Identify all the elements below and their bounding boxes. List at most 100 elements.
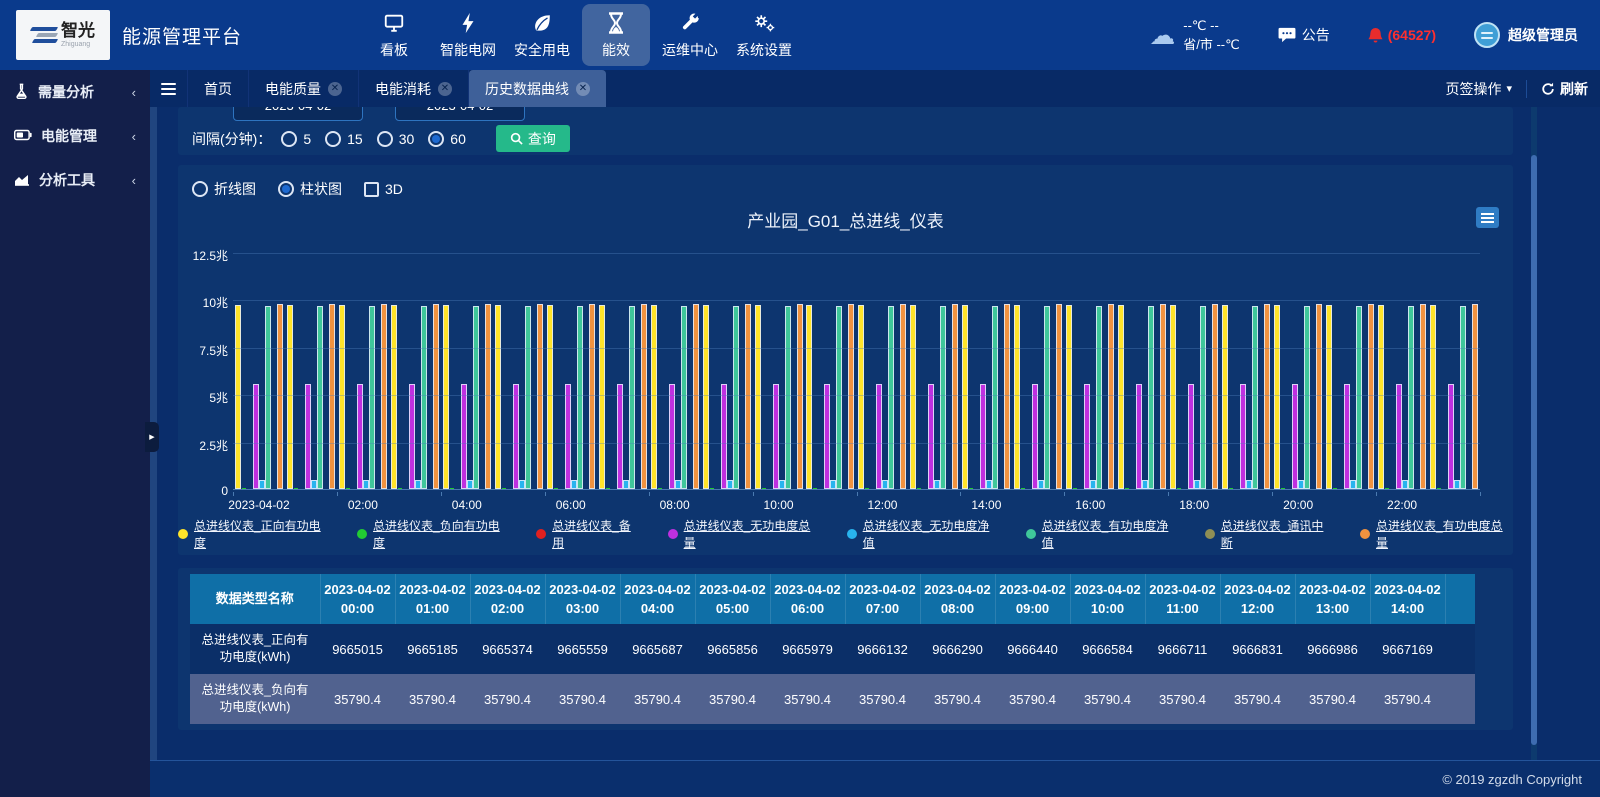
bar — [1326, 305, 1332, 489]
legend-item-总进线仪表_通讯中断[interactable]: 总进线仪表_通讯中断 — [1205, 517, 1334, 551]
table-cell: 35790.4 — [545, 674, 620, 724]
sidebar-toggle-button[interactable] — [150, 70, 188, 107]
bar — [888, 306, 894, 489]
bar-group-10:00 — [753, 245, 805, 489]
bar — [1118, 305, 1124, 489]
bar — [745, 304, 751, 489]
notice-button[interactable]: 公告 — [1278, 25, 1330, 45]
legend-item-总进线仪表_无功电度总量[interactable]: 总进线仪表_无功电度总量 — [668, 517, 821, 551]
legend-item-总进线仪表_有功电度净值[interactable]: 总进线仪表_有功电度净值 — [1026, 517, 1179, 551]
alarm-button[interactable]: (64527) — [1368, 27, 1436, 44]
nav-item-label: 系统设置 — [736, 40, 792, 60]
close-icon[interactable]: ✕ — [438, 82, 452, 96]
sidebar-collapse-handle[interactable]: ▶ — [145, 422, 159, 452]
chart-type-option-3D[interactable]: 3D — [364, 181, 403, 197]
start-date-input[interactable]: 2023-04-02 — [233, 107, 363, 121]
refresh-button[interactable]: 刷新 — [1541, 79, 1588, 99]
nav-item-label: 安全用电 — [514, 40, 570, 60]
table-header-cell: 2023-04-0202:00 — [470, 574, 545, 624]
chart-type-option-折线图[interactable]: 折线图 — [192, 179, 256, 199]
nav-item-系统设置[interactable]: 系统设置 — [730, 4, 798, 66]
nav-item-看板[interactable]: 看板 — [360, 4, 428, 66]
nav-item-运维中心[interactable]: 运维中心 — [656, 4, 724, 66]
radio-icon — [278, 181, 294, 197]
interval-radio-15[interactable]: 15 — [325, 131, 363, 147]
chart-context-menu-button[interactable] — [1476, 207, 1499, 228]
bar — [1125, 488, 1129, 489]
nav-item-能效[interactable]: 能效 — [582, 4, 650, 66]
bar — [398, 488, 402, 489]
sidebar-item-电能管理[interactable]: 电能管理‹ — [0, 114, 150, 158]
legend-label: 总进线仪表_有功电度总量 — [1376, 517, 1513, 551]
tab-label: 电能质量 — [265, 79, 321, 99]
x-axis-tick-label: 08:00 — [660, 498, 690, 512]
bar — [969, 488, 973, 489]
table-cell: 35790.4 — [845, 674, 920, 724]
chart-type-option-柱状图[interactable]: 柱状图 — [278, 179, 342, 199]
end-date-input[interactable]: 2023-04-02 — [395, 107, 525, 121]
interval-radio-60[interactable]: 60 — [428, 131, 466, 147]
chart-type-label: 3D — [385, 181, 403, 197]
bar — [265, 306, 271, 489]
tab-电能消耗[interactable]: 电能消耗✕ — [359, 70, 469, 107]
bar-group-11:00 — [804, 245, 856, 489]
bar — [1368, 304, 1374, 489]
x-axis-tick — [1480, 492, 1481, 496]
legend-item-总进线仪表_负向有功电度[interactable]: 总进线仪表_负向有功电度 — [357, 517, 510, 551]
tab-bar: 首页电能质量✕电能消耗✕历史数据曲线✕ 页签操作▾ 刷新 — [150, 70, 1600, 107]
x-axis-tick — [233, 492, 234, 496]
table-header-cell: 2023-04-0210:00 — [1070, 574, 1145, 624]
close-icon[interactable]: ✕ — [328, 82, 342, 96]
user-menu[interactable]: 超级管理员 — [1474, 22, 1578, 48]
table-header-cell: 2023-04-0205:00 — [695, 574, 770, 624]
alarm-count: (64527) — [1388, 27, 1436, 43]
bar — [443, 305, 449, 489]
data-table-scroll-area[interactable]: 数据类型名称2023-04-0200:002023-04-0201:002023… — [190, 574, 1475, 724]
sidebar-item-label: 需量分析 — [38, 82, 94, 102]
bar — [409, 384, 415, 489]
legend-item-总进线仪表_备用[interactable]: 总进线仪表_备用 — [536, 517, 642, 551]
bar — [1396, 384, 1402, 489]
user-name: 超级管理员 — [1508, 25, 1578, 45]
sidebar-item-分析工具[interactable]: 分析工具‹ — [0, 158, 150, 202]
hourglass-icon — [607, 11, 625, 35]
interval-radio-5[interactable]: 5 — [281, 131, 311, 147]
close-icon[interactable]: ✕ — [576, 82, 590, 96]
bar — [1472, 304, 1478, 489]
y-axis-tick-label: 5兆 — [178, 389, 228, 406]
bar — [287, 305, 293, 489]
tab-首页[interactable]: 首页 — [188, 70, 249, 107]
bar — [547, 305, 553, 489]
tab-operations-dropdown[interactable]: 页签操作▾ — [1445, 79, 1512, 99]
bar — [858, 305, 864, 489]
nav-item-安全用电[interactable]: 安全用电 — [508, 4, 576, 66]
open-tabs: 首页电能质量✕电能消耗✕历史数据曲线✕ — [188, 70, 606, 107]
table-header-cell: 2023-04-0209:00 — [995, 574, 1070, 624]
bar — [1170, 305, 1176, 489]
radio-icon — [325, 131, 341, 147]
bar-group-18:00 — [1168, 245, 1220, 489]
legend-item-总进线仪表_无功电度净值[interactable]: 总进线仪表_无功电度净值 — [847, 517, 1000, 551]
bar-group-03:00 — [389, 245, 441, 489]
weather-widget: ☁ --℃ -- 省/市 --℃ — [1149, 16, 1239, 55]
nav-item-智能电网[interactable]: 智能电网 — [434, 4, 502, 66]
search-button[interactable]: 查询 — [496, 125, 570, 152]
interval-radio-30[interactable]: 30 — [377, 131, 415, 147]
legend-item-总进线仪表_有功电度总量[interactable]: 总进线仪表_有功电度总量 — [1360, 517, 1513, 551]
bar — [1460, 306, 1466, 489]
bar — [346, 488, 350, 489]
hamburger-icon — [161, 83, 176, 95]
tab-电能质量[interactable]: 电能质量 ✕ — [249, 70, 359, 107]
table-header-cell: 2023-04-0204:00 — [620, 574, 695, 624]
table-cell: 35790.4 — [1370, 674, 1445, 724]
table-cell: 9666132 — [845, 624, 920, 674]
vertical-scrollbar-thumb[interactable] — [1531, 155, 1537, 745]
bar — [910, 305, 916, 489]
table-cell: 35790.4 — [1295, 674, 1370, 724]
sidebar-item-需量分析[interactable]: 需量分析‹ — [0, 70, 150, 114]
interval-option-label: 30 — [399, 131, 415, 147]
tab-历史数据曲线[interactable]: 历史数据曲线✕ — [469, 70, 606, 107]
bar — [1148, 306, 1154, 489]
legend-item-总进线仪表_正向有功电度[interactable]: 总进线仪表_正向有功电度 — [178, 517, 331, 551]
bar — [1032, 384, 1038, 489]
